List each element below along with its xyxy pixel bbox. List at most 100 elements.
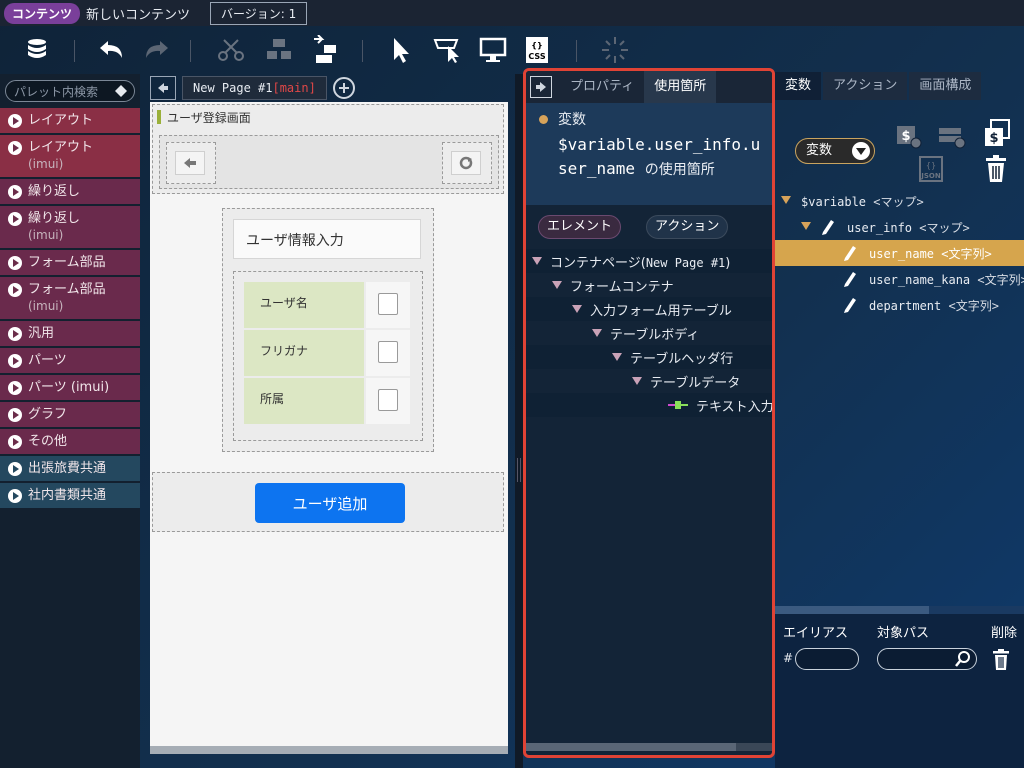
tab-variables[interactable]: 変数	[775, 72, 822, 100]
tree-node[interactable]: テーブルデータ	[526, 369, 772, 393]
select-area-icon[interactable]	[430, 34, 464, 66]
palette-item-repeat[interactable]: 繰り返し	[0, 179, 140, 204]
form-container[interactable]: ユーザ情報入力 ユーザ名 フリガナ 所属	[222, 208, 434, 452]
filter-action-button[interactable]: アクション	[646, 215, 729, 239]
tree-node[interactable]: テキスト入力	[526, 393, 772, 417]
button-container[interactable]: ユーザ追加	[152, 472, 504, 532]
pointer-icon[interactable]	[384, 34, 418, 66]
header-reload-button[interactable]	[442, 142, 492, 184]
table-row[interactable]: フリガナ	[244, 330, 412, 376]
undo-icon[interactable]	[94, 34, 128, 66]
palette-item-travel[interactable]: 出張旅費共通	[0, 456, 140, 481]
header-container[interactable]: ユーザ登録画面	[152, 104, 504, 194]
search-icon[interactable]	[954, 650, 972, 668]
panel-splitter[interactable]	[515, 74, 523, 768]
tree-node[interactable]: テーブルボディ	[526, 321, 772, 345]
database-icon[interactable]	[20, 34, 54, 66]
text-input[interactable]	[378, 341, 398, 363]
transform-icon[interactable]	[308, 34, 342, 66]
tab-properties[interactable]: プロパティ	[560, 71, 644, 103]
trash-icon[interactable]	[983, 154, 1009, 184]
canvas-scrollbar[interactable]	[150, 746, 508, 754]
palette-item-parts-imui[interactable]: パーツ (imui)	[0, 375, 140, 400]
play-icon	[8, 327, 22, 341]
header-back-button[interactable]	[166, 142, 216, 184]
add-variable-icon[interactable]: $	[895, 124, 923, 150]
palette-item-form-parts[interactable]: フォーム部品	[0, 250, 140, 275]
collapse-right-icon[interactable]	[530, 76, 552, 98]
tab-actions[interactable]: アクション	[823, 72, 908, 100]
design-canvas[interactable]: ユーザ登録画面 ユーザ情報入力 ユーザ名 フリガナ 所属 ユーザ追加	[150, 102, 508, 754]
redo-icon[interactable]	[140, 34, 174, 66]
copy-variable-icon[interactable]: $	[979, 118, 1015, 154]
palette-item-form-parts-imui[interactable]: フォーム部品 (imui)	[0, 277, 140, 319]
variable-row-selected[interactable]: user_name <文字列>	[775, 240, 1024, 266]
tab-new-page[interactable]: New Page #1 [main]	[182, 76, 327, 100]
add-page-icon[interactable]	[332, 77, 355, 99]
palette-item-layout-imui[interactable]: レイアウト (imui)	[0, 135, 140, 177]
text-input-cell[interactable]	[366, 330, 410, 376]
trash-icon[interactable]	[991, 648, 1011, 672]
css-icon[interactable]: {} CSS	[520, 34, 554, 66]
text-input-cell[interactable]	[366, 282, 410, 328]
tab-usage[interactable]: 使用箇所	[644, 71, 717, 103]
back-arrow-icon	[184, 158, 196, 168]
collapse-left-icon[interactable]	[150, 76, 176, 100]
variables-panel: 変数 アクション 画面構成 変数 $ $ {} JSON $variable <マ…	[775, 72, 1024, 768]
alias-input[interactable]	[795, 648, 859, 670]
tab-screen-structure[interactable]: 画面構成	[909, 72, 982, 100]
palette-search-input[interactable]: パレット内検索	[5, 80, 135, 102]
input-form-table[interactable]: ユーザ名 フリガナ 所属	[233, 271, 423, 441]
header-inner[interactable]	[159, 135, 499, 189]
variable-type-select[interactable]: 変数	[795, 138, 875, 164]
text-input-cell[interactable]	[366, 378, 410, 424]
status-dot	[539, 115, 548, 124]
text-input[interactable]	[378, 293, 398, 315]
usage-tree: コンテナページ(New Page #1) フォームコンテナ 入力フォーム用テーブ…	[526, 249, 772, 417]
tree-node[interactable]: フォームコンテナ	[526, 273, 772, 297]
splitter-grip[interactable]	[517, 458, 521, 482]
palette-item-graph[interactable]: グラフ	[0, 402, 140, 427]
variable-expression: $variable.user_info.user_name の使用箇所	[558, 135, 761, 178]
filter-element-button[interactable]: エレメント	[538, 215, 622, 239]
text-input[interactable]	[378, 389, 398, 411]
play-icon	[8, 256, 22, 270]
variable-row[interactable]: user_name_kana <文字列>	[775, 266, 1024, 292]
tree-node[interactable]: コンテナページ(New Page #1)	[526, 249, 772, 273]
palette-item-general[interactable]: 汎用	[0, 321, 140, 346]
text-input-icon	[668, 401, 688, 409]
path-input[interactable]	[877, 648, 977, 670]
canvas-tab-bar: New Page #1 [main]	[150, 74, 515, 102]
svg-text:$: $	[901, 129, 910, 144]
palette-item-parts[interactable]: パーツ	[0, 348, 140, 373]
play-icon	[8, 141, 22, 155]
variable-row[interactable]: user_info <マップ>	[775, 214, 1024, 240]
tree-node[interactable]: 入力フォーム用テーブル	[526, 297, 772, 321]
json-icon[interactable]: {} JSON	[917, 154, 947, 184]
svg-text:$: $	[989, 131, 998, 146]
palette-item-layout[interactable]: レイアウト	[0, 108, 140, 133]
spinner-icon[interactable]	[598, 34, 632, 66]
palette-item-other[interactable]: その他	[0, 429, 140, 454]
table-row[interactable]: ユーザ名	[244, 282, 412, 328]
preview-icon[interactable]	[476, 34, 510, 66]
cut-icon[interactable]	[214, 34, 248, 66]
variable-scrollbar[interactable]	[775, 606, 1024, 614]
add-user-button[interactable]: ユーザ追加	[255, 483, 405, 523]
usage-scrollbar[interactable]	[526, 743, 772, 751]
component-icon[interactable]	[262, 34, 296, 66]
eraser-icon[interactable]	[114, 84, 128, 98]
palette-item-repeat-imui[interactable]: 繰り返し (imui)	[0, 206, 140, 248]
svg-text:JSON: JSON	[920, 172, 941, 180]
version-box[interactable]: バージョン: 1	[210, 1, 308, 25]
row-label: ユーザ名	[244, 282, 364, 328]
form-title: ユーザ情報入力	[233, 219, 421, 259]
tree-node[interactable]: テーブルヘッダ行	[526, 345, 772, 369]
variable-row[interactable]: $variable <マップ>	[775, 188, 1024, 214]
table-row[interactable]: 所属	[244, 378, 412, 424]
content-chip[interactable]: コンテンツ	[4, 2, 81, 24]
add-storage-icon[interactable]	[937, 124, 967, 150]
variable-row[interactable]: department <文字列>	[775, 292, 1024, 318]
palette-item-documents[interactable]: 社内書類共通	[0, 483, 140, 508]
toolbar: {} CSS	[0, 26, 1024, 72]
